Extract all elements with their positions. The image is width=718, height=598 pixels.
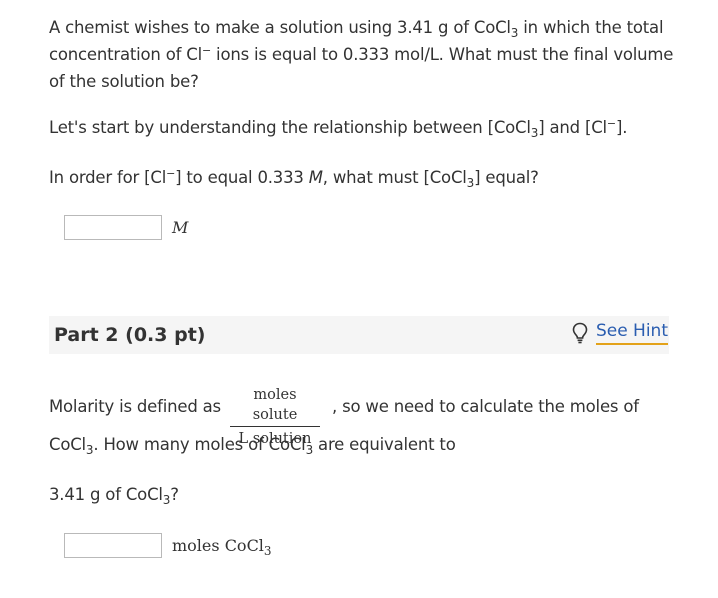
intro-text-part: ]. (615, 118, 628, 137)
subscript: 3 (530, 126, 539, 140)
concentration-answer-input[interactable] (64, 215, 162, 240)
part-2-header: Part 2 (0.3 pt) See Hint (49, 316, 669, 354)
question-text-part: ] equal? (474, 168, 539, 187)
superscript: − (166, 167, 176, 180)
problem-statement: A chemist wishes to make a solution usin… (49, 15, 679, 94)
subscript: 3 (466, 176, 475, 190)
molarity-definition-suffix: , so we need to calculate the moles of (332, 397, 639, 416)
subscript: 3 (263, 544, 272, 558)
superscript: − (606, 117, 616, 130)
part-title: Part 2 (0.3 pt) (54, 324, 206, 346)
subscript: 3 (305, 443, 314, 457)
see-hint-button[interactable]: See Hint (572, 321, 668, 345)
superscript: − (201, 44, 212, 57)
moles-question-line2: 3.41 g of CoCl3? (49, 482, 179, 509)
question-text-part: In order for [Cl (49, 168, 167, 187)
fraction-numerator: moles solute (252, 387, 298, 423)
answer-unit-label: M (172, 218, 189, 237)
see-hint-link[interactable]: See Hint (595, 321, 668, 345)
fraction-bar (230, 426, 320, 427)
molarity-symbol: M (308, 168, 323, 187)
subscript: 3 (510, 26, 519, 40)
question-text-part: ] to equal 0.333 (175, 168, 309, 187)
molarity-definition-prefix: Molarity is defined as (49, 397, 221, 416)
moles-question-line1: CoCl3. How many moles of CoCl3 are equiv… (49, 432, 456, 459)
question-text-part: . How many moles of CoCl (93, 435, 306, 454)
problem-text: A chemist wishes to make a solution usin… (49, 18, 511, 37)
question-text-part: , what must [CoCl (322, 168, 467, 187)
lightbulb-icon (572, 322, 588, 344)
question-text-part: ? (170, 485, 179, 504)
question-text-part: 3.41 g of CoCl (49, 485, 163, 504)
subscript: 3 (162, 493, 171, 507)
moles-answer-input[interactable] (64, 533, 162, 558)
intro-text: Let's start by understanding the relatio… (49, 115, 627, 142)
question-text: In order for [Cl−] to equal 0.333 M, wha… (49, 165, 539, 192)
moles-unit-label: moles CoCl3 (172, 536, 272, 558)
subscript: 3 (85, 443, 94, 457)
question-text-part: are equivalent to (313, 435, 456, 454)
question-text-part: CoCl (49, 435, 86, 454)
intro-text-part: ] and [Cl (538, 118, 607, 137)
intro-text-part: Let's start by understanding the relatio… (49, 118, 531, 137)
unit-text: moles CoCl (172, 536, 264, 555)
